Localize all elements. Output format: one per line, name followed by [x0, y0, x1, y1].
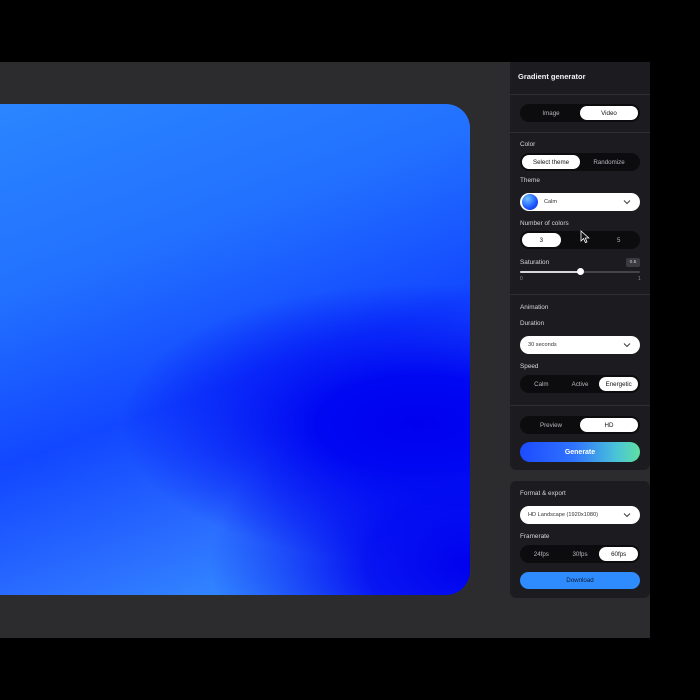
saturation-slider-handle[interactable]	[576, 268, 584, 275]
quality-toggle: Preview HD	[520, 416, 640, 434]
framerate-label: Framerate	[520, 533, 550, 540]
chevron-down-icon	[622, 510, 632, 520]
generator-panel: Gradient generator Image Video Color Sel…	[510, 62, 650, 470]
color-mode-toggle: Select theme Randomize	[520, 153, 640, 171]
speed-toggle: Calm Active Energetic	[520, 375, 640, 393]
duration-dropdown[interactable]: 30 seconds	[520, 336, 640, 354]
tab-preview[interactable]: Preview	[522, 418, 580, 432]
theme-label: Theme	[520, 177, 540, 184]
tab-video[interactable]: Video	[580, 106, 638, 120]
media-type-toggle: Image Video	[520, 104, 640, 122]
format-value: HD Landscape (1920x1080)	[528, 512, 598, 518]
format-export-label: Format & export	[520, 490, 566, 497]
number-of-colors-label: Number of colors	[520, 220, 569, 227]
divider	[510, 405, 650, 406]
speed-label: Speed	[520, 363, 539, 370]
duration-label: Duration	[520, 320, 545, 327]
panel-title: Gradient generator	[518, 72, 586, 81]
saturation-slider[interactable]	[520, 268, 640, 275]
tab-select-theme[interactable]: Select theme	[522, 155, 580, 169]
tab-hd[interactable]: HD	[580, 418, 638, 432]
speed-calm[interactable]: Calm	[522, 377, 561, 391]
saturation-max: 1	[638, 276, 641, 282]
framerate-24fps[interactable]: 24fps	[522, 547, 561, 561]
duration-value: 30 seconds	[528, 342, 557, 348]
format-dropdown[interactable]: HD Landscape (1920x1080)	[520, 506, 640, 524]
saturation-min: 0	[520, 276, 523, 282]
divider	[510, 132, 650, 133]
chevron-down-icon	[622, 197, 632, 207]
saturation-value[interactable]: 0.5	[626, 258, 640, 267]
framerate-toggle: 24fps 30fps 60fps	[520, 545, 640, 563]
gradient-preview	[0, 104, 470, 595]
speed-active[interactable]: Active	[561, 377, 600, 391]
download-button[interactable]: Download	[520, 572, 640, 589]
theme-swatch	[522, 194, 538, 210]
theme-dropdown[interactable]: Calm	[520, 193, 640, 211]
saturation-label: Saturation	[520, 259, 550, 266]
theme-value: Calm	[544, 199, 558, 205]
mouse-cursor-icon	[580, 230, 590, 244]
option-5-colors[interactable]: 5	[599, 233, 638, 247]
speed-energetic[interactable]: Energetic	[599, 377, 639, 391]
animation-label: Animation	[520, 304, 549, 311]
export-panel: Format & export HD Landscape (1920x1080)…	[510, 481, 650, 598]
divider	[510, 294, 650, 295]
color-label: Color	[520, 141, 536, 148]
saturation-slider-fill	[520, 271, 580, 273]
framerate-60fps[interactable]: 60fps	[599, 547, 639, 561]
generate-button[interactable]: Generate	[520, 442, 640, 462]
divider	[510, 94, 650, 95]
chevron-down-icon	[622, 340, 632, 350]
option-3-colors[interactable]: 3	[522, 233, 561, 247]
tab-randomize[interactable]: Randomize	[580, 155, 638, 169]
framerate-30fps[interactable]: 30fps	[561, 547, 600, 561]
tab-image[interactable]: Image	[522, 106, 580, 120]
